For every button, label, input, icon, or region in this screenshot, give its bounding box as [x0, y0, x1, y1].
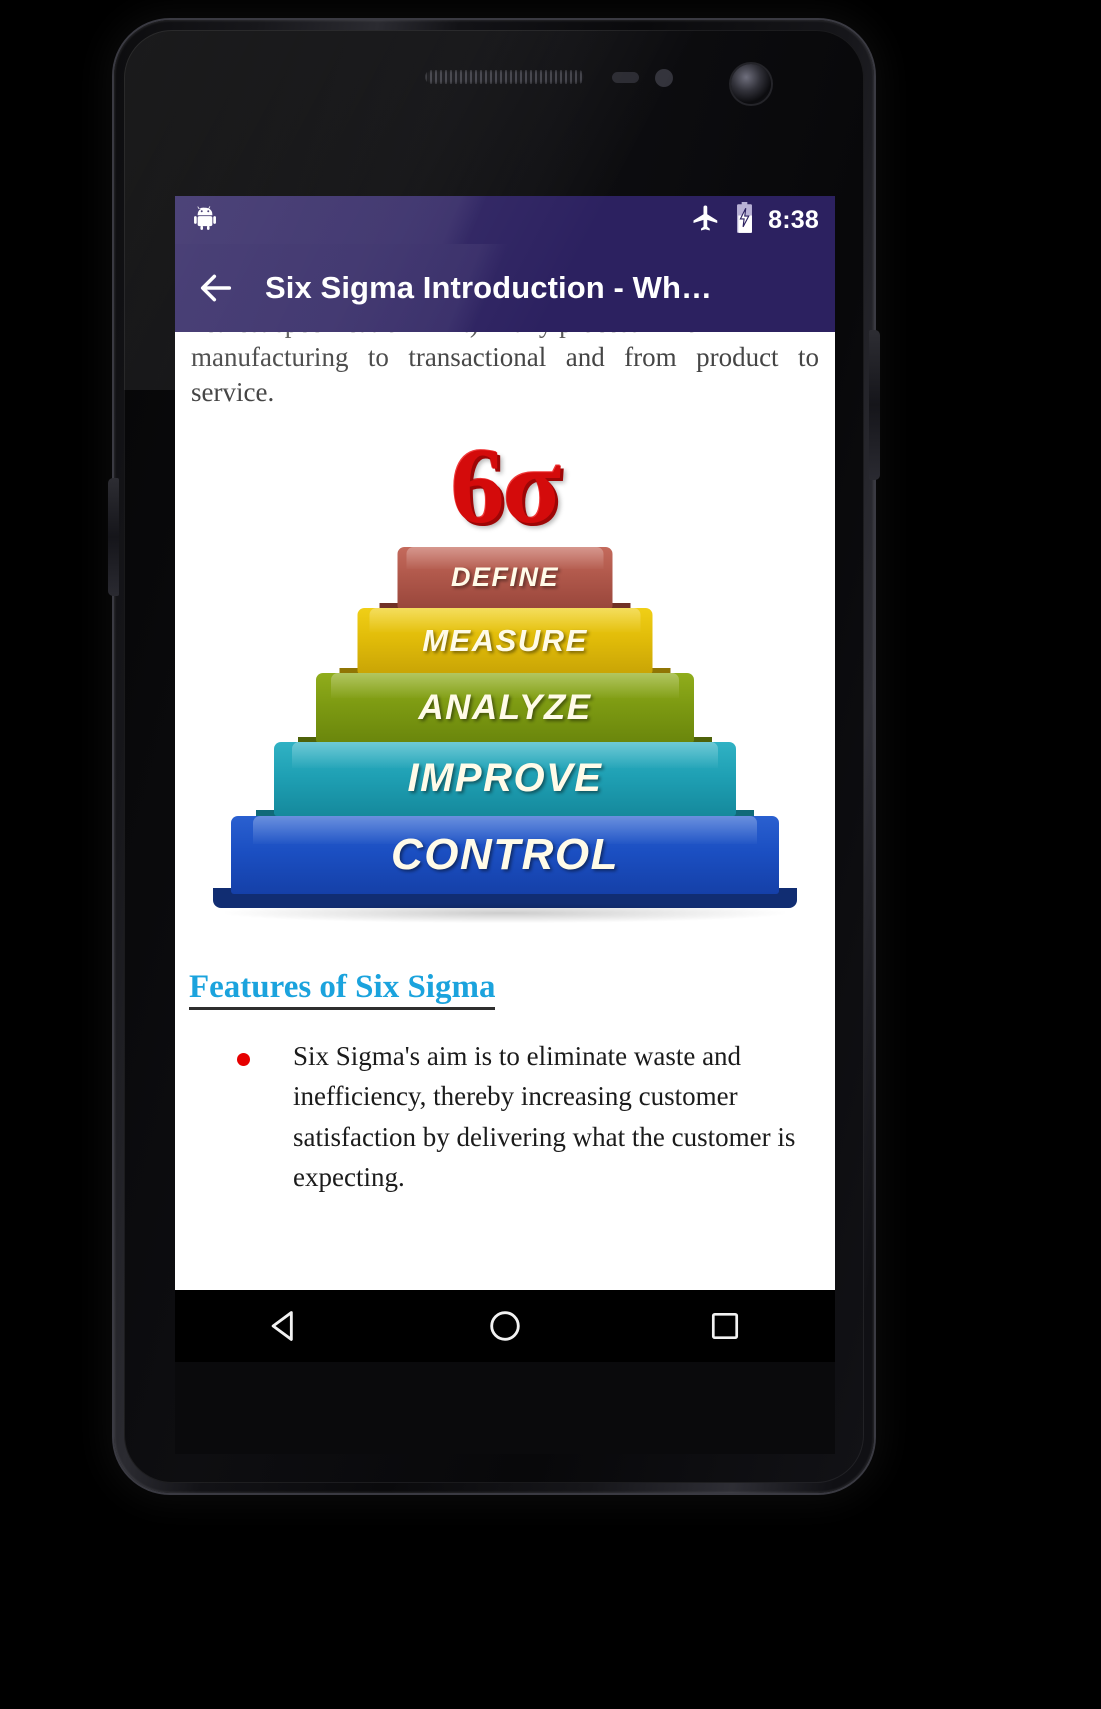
airplane-mode-icon: [691, 203, 721, 238]
bullet-dot-icon: [237, 1052, 250, 1066]
pyramid-tier-label: MEASURE: [357, 607, 653, 674]
six-sigma-dmaic-pyramid: 6σ DEFINE MEASURE ANALYZE IMPROVE CONTRO…: [189, 426, 821, 951]
list-item-text: Six Sigma's aim is to eliminate waste an…: [293, 1040, 796, 1193]
article-content[interactable]: nearest specification limit) in any proc…: [175, 332, 835, 1362]
proximity-sensor-icon: [612, 72, 639, 83]
pyramid-tier-label: DEFINE: [397, 546, 613, 609]
nav-back-triangle-icon[interactable]: [250, 1296, 320, 1356]
pyramid-tier-improve: IMPROVE: [256, 741, 754, 830]
android-robot-icon: [191, 204, 219, 237]
pyramid-ground-shadow: [225, 902, 785, 923]
article-document: nearest specification limit) in any proc…: [175, 332, 835, 1198]
app-bar: Six Sigma Introduction - Wh…: [175, 244, 835, 332]
paragraph-intro: manufacturing to transactional and from …: [191, 342, 819, 407]
six-sigma-logo: 6σ: [450, 426, 562, 546]
pyramid-tier-measure: MEASURE: [339, 607, 671, 688]
section-heading-link[interactable]: Features of Six Sigma: [189, 969, 496, 1010]
status-bar: 8:38: [175, 196, 835, 244]
pyramid-tier-label: IMPROVE: [274, 741, 736, 816]
volume-button[interactable]: [108, 478, 119, 596]
pyramid-tier-analyze: ANALYZE: [298, 672, 712, 757]
back-arrow-icon[interactable]: [185, 257, 247, 319]
pyramid-tier-label: ANALYZE: [316, 672, 694, 743]
page-title: Six Sigma Introduction - Wh…: [265, 270, 713, 305]
list-item: Six Sigma's aim is to eliminate waste an…: [189, 1036, 821, 1198]
light-sensor-icon: [655, 69, 673, 87]
battery-charging-icon: [733, 202, 756, 238]
pyramid-tier-label: CONTROL: [231, 815, 779, 894]
phone-screen: 8:38 Six Sigma Introduction - Wh… neares…: [175, 196, 835, 1362]
nav-recents-square-icon[interactable]: [690, 1296, 760, 1356]
front-camera-icon: [731, 64, 771, 104]
system-navigation-bar: [175, 1290, 835, 1362]
nav-home-circle-icon[interactable]: [470, 1296, 540, 1356]
phone-bottom-bezel: [175, 1362, 835, 1454]
paragraph-clipped: nearest specification limit) in any proc…: [189, 332, 821, 340]
pyramid-tier-control: CONTROL: [213, 815, 797, 908]
status-bar-clock: 8:38: [768, 205, 819, 234]
speaker-grille-icon: [425, 70, 585, 84]
screenshot-stage: 8:38 Six Sigma Introduction - Wh… neares…: [0, 0, 1101, 1709]
power-button[interactable]: [869, 330, 880, 480]
pyramid-tier-define: DEFINE: [379, 546, 631, 623]
features-list: Six Sigma's aim is to eliminate waste an…: [189, 1036, 821, 1198]
status-bar-indicators: 8:38: [691, 202, 819, 238]
status-bar-notifications: [191, 204, 691, 237]
